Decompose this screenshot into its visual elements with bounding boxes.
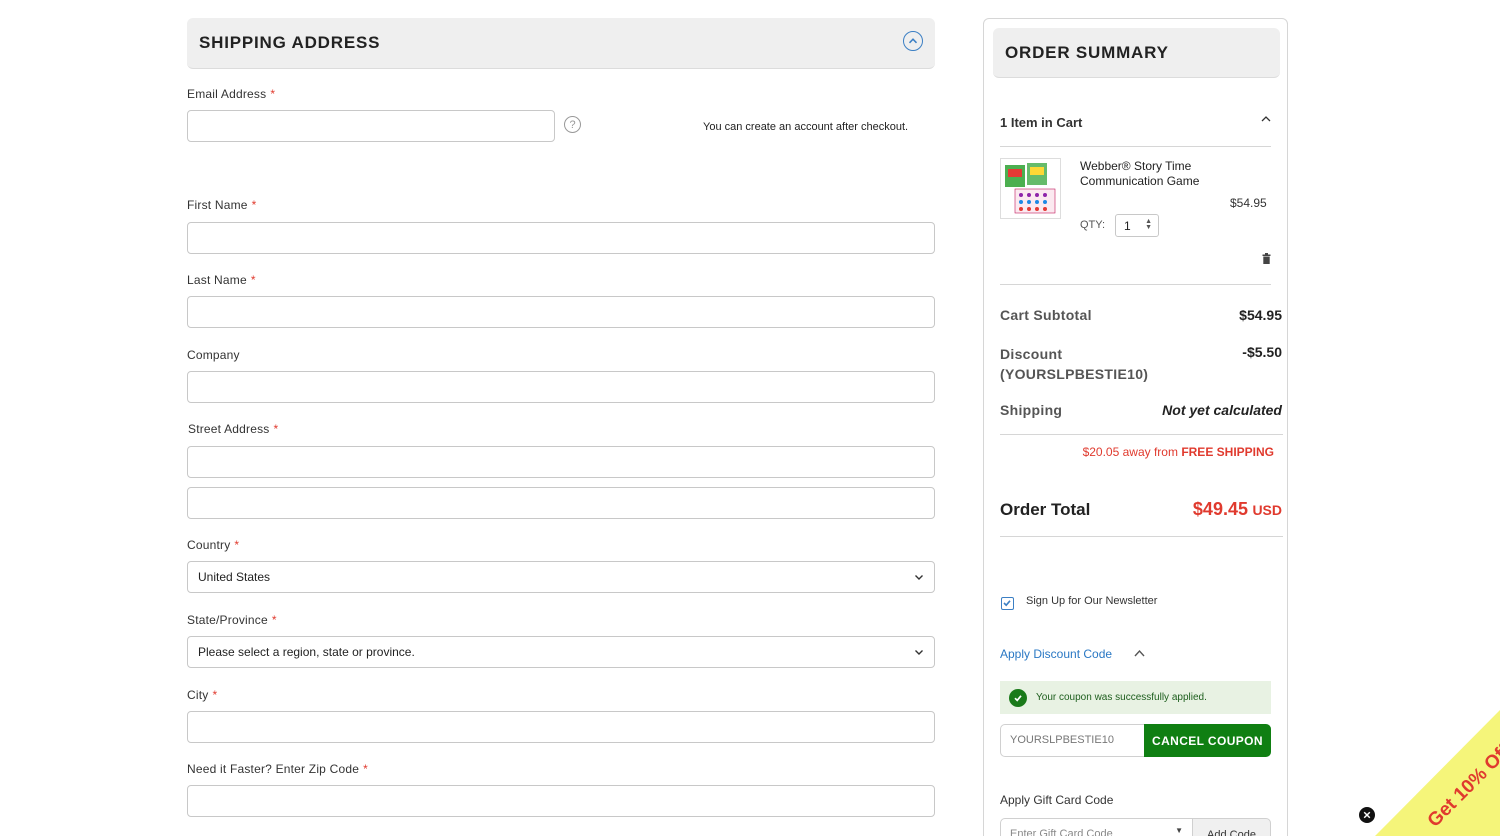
required-mark: * (363, 762, 368, 776)
promo-badge[interactable]: Get 10% Off (1375, 710, 1500, 836)
zip-label-text: Need it Faster? Enter Zip Code (187, 762, 360, 776)
country-select[interactable]: United States (187, 561, 935, 593)
add-code-button[interactable]: Add Code (1192, 818, 1271, 836)
country-label-text: Country (187, 538, 231, 552)
order-summary-title: ORDER SUMMARY (1005, 42, 1169, 62)
qty-value: 1 (1124, 218, 1131, 233)
zip-label: Need it Faster? Enter Zip Code * (187, 762, 368, 776)
caret-down-icon: ▼ (1175, 826, 1183, 835)
divider (1000, 146, 1271, 147)
check-circle-icon (1009, 688, 1027, 707)
divider (1000, 536, 1283, 537)
street-label-text: Street Address (188, 422, 270, 436)
shipping-label: Shipping (1000, 402, 1063, 418)
free-shipping-text: FREE SHIPPING (1181, 445, 1274, 459)
free-shipping-amount: $20.05 away from (1082, 445, 1178, 459)
street-line-2-field[interactable] (187, 487, 935, 519)
first-name-field[interactable] (187, 222, 935, 254)
shipping-title: SHIPPING ADDRESS (199, 33, 381, 52)
city-label: City * (187, 688, 217, 702)
street-label: Street Address * (188, 422, 278, 436)
shipping-section-header[interactable]: SHIPPING ADDRESS (187, 18, 935, 69)
gift-card-label: Apply Gift Card Code (1000, 793, 1114, 807)
company-label: Company (187, 348, 240, 362)
zip-field[interactable] (187, 785, 935, 817)
company-field[interactable] (187, 371, 935, 403)
coupon-success-text: Your coupon was successfully applied. (1036, 692, 1207, 703)
country-label: Country * (187, 538, 239, 552)
gift-card-input[interactable]: Enter Gift Card Code ▼ (1000, 818, 1193, 836)
apply-discount-toggle[interactable]: Apply Discount Code (1000, 647, 1112, 661)
coupon-code-field[interactable]: YOURSLPBESTIE10 (1000, 724, 1145, 757)
state-label-text: State/Province (187, 613, 268, 627)
close-icon (1363, 811, 1371, 819)
chevron-up-icon[interactable] (1260, 114, 1272, 124)
required-mark: * (250, 273, 256, 287)
shipping-value: Not yet calculated (1162, 402, 1282, 418)
chevron-up-icon[interactable] (1133, 648, 1146, 659)
product-name[interactable]: Webber® Story Time Communication Game (1080, 159, 1210, 189)
discount-value: -$5.50 (1242, 344, 1282, 360)
trash-icon[interactable] (1262, 253, 1271, 264)
city-label-text: City (187, 688, 209, 702)
required-mark: * (270, 87, 276, 101)
promo-close-button[interactable] (1359, 807, 1375, 823)
city-field[interactable] (187, 711, 935, 743)
state-value: Please select a region, state or provinc… (198, 645, 415, 659)
state-label: State/Province * (187, 613, 277, 627)
cancel-coupon-button[interactable]: CANCEL COUPON (1144, 724, 1271, 757)
qty-label: QTY: (1080, 219, 1106, 231)
chevron-down-icon (915, 650, 923, 655)
coupon-success-message: Your coupon was successfully applied. (1000, 681, 1271, 714)
order-total-label: Order Total (1000, 500, 1091, 519)
help-symbol: ? (569, 118, 576, 131)
country-value: United States (198, 570, 271, 584)
street-line-1-field[interactable] (187, 446, 935, 478)
order-summary-header: ORDER SUMMARY (993, 28, 1280, 78)
required-mark: * (212, 688, 218, 702)
items-in-cart-label[interactable]: 1 Item in Cart (1000, 115, 1082, 130)
first-name-label: First Name * (187, 198, 257, 212)
product-price: $54.95 (1230, 196, 1267, 210)
order-summary-panel: ORDER SUMMARY 1 Item in Cart Webber® Sto… (983, 18, 1288, 836)
last-name-field[interactable] (187, 296, 935, 328)
shipping-form: SHIPPING ADDRESS (187, 18, 935, 69)
email-field[interactable] (187, 110, 555, 142)
email-label-text: Email Address (187, 87, 267, 101)
spinner-arrows-icon[interactable]: ▲ ▼ (1145, 218, 1152, 231)
divider (1000, 434, 1283, 435)
free-shipping-progress: $20.05 away from FREE SHIPPING (1083, 445, 1274, 459)
required-mark: * (271, 613, 277, 627)
order-total-amount: $49.45 (1192, 499, 1248, 519)
gift-card-placeholder: Enter Gift Card Code (1010, 828, 1113, 836)
required-mark: * (251, 198, 257, 212)
required-mark: * (234, 538, 240, 552)
last-name-label: Last Name * (187, 273, 256, 287)
email-hint: You can create an account after checkout… (703, 121, 909, 133)
quantity-stepper[interactable]: 1 ▲ ▼ (1115, 214, 1159, 237)
help-icon[interactable]: ? (564, 116, 581, 133)
order-total-currency: USD (1252, 502, 1282, 518)
newsletter-checkbox[interactable] (1001, 597, 1014, 610)
newsletter-label[interactable]: Sign Up for Our Newsletter (1026, 595, 1157, 607)
chevron-up-circle-icon[interactable] (903, 31, 923, 51)
state-select[interactable]: Please select a region, state or provinc… (187, 636, 935, 668)
checkmark-icon (1003, 600, 1011, 607)
subtotal-label: Cart Subtotal (1000, 307, 1092, 323)
first-name-label-text: First Name (187, 198, 248, 212)
chevron-down-icon (915, 575, 923, 580)
last-name-label-text: Last Name (187, 273, 247, 287)
order-total-value: $49.45 USD (1193, 499, 1282, 520)
subtotal-value: $54.95 (1239, 307, 1282, 323)
email-label: Email Address * (187, 87, 275, 101)
discount-label: Discount (YOURSLPBESTIE10) (1000, 346, 1149, 382)
required-mark: * (273, 422, 279, 436)
product-thumbnail[interactable] (1000, 158, 1061, 219)
divider (1000, 284, 1271, 285)
